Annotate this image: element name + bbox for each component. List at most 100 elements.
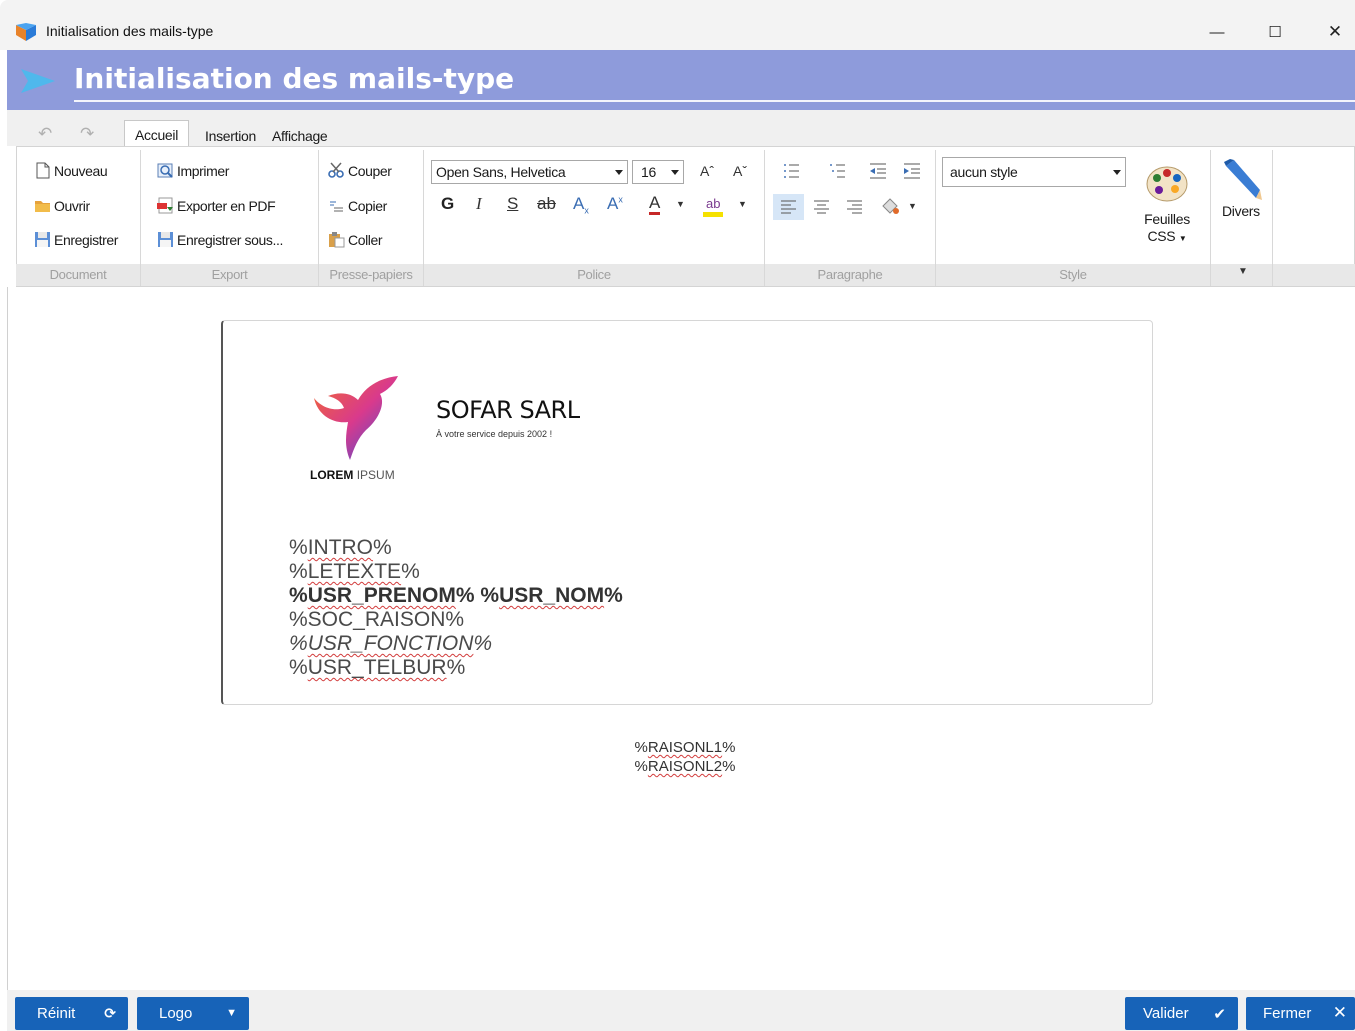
field-usr-fonction[interactable]: %USR_FONCTION% (289, 632, 492, 656)
chevron-down-icon (615, 170, 623, 175)
subscript-icon[interactable]: Ax (573, 194, 589, 215)
refresh-icon: ⟳ (104, 1005, 116, 1021)
print-button[interactable]: Imprimer (157, 162, 229, 179)
field-usr-telbur[interactable]: %USR_TELBUR% (289, 656, 465, 680)
chevron-down-icon[interactable]: ▼ (908, 201, 917, 211)
maximize-button[interactable]: ☐ (1252, 17, 1298, 47)
italic-button[interactable]: I (476, 194, 482, 214)
css-sheets-label: Feuilles (1144, 211, 1190, 227)
tab-affichage[interactable]: Affichage (272, 128, 328, 144)
field-soc-raison[interactable]: %SOC_RAISON% (289, 608, 464, 632)
footer-line-2[interactable]: %RAISONL2% (620, 758, 750, 775)
company-slogan: À votre service depuis 2002 ! (436, 429, 553, 439)
chevron-down-icon[interactable]: ▼ (676, 199, 685, 209)
strikethrough-button[interactable]: ab (537, 194, 556, 214)
tab-insertion[interactable]: Insertion (205, 128, 256, 144)
group-separator (318, 150, 319, 286)
group-label-export: Export (211, 267, 248, 282)
pdf-icon (157, 197, 173, 214)
save-as-icon (158, 232, 173, 247)
reinit-label: Réinit (37, 1005, 76, 1022)
minimize-button[interactable]: — (1194, 17, 1240, 47)
outdent-icon[interactable] (869, 162, 887, 180)
window-titlebar: Initialisation des mails-type — ☐ ✕ (0, 0, 1355, 50)
align-left-button[interactable] (773, 194, 804, 220)
align-center-icon[interactable] (813, 199, 830, 215)
chevron-down-icon[interactable]: ▼ (738, 199, 747, 209)
font-color-icon[interactable]: A (649, 194, 661, 215)
numbered-list-icon[interactable] (829, 162, 847, 180)
footer-line-1[interactable]: %RAISONL1% (620, 739, 750, 756)
group-label-paragraph: Paragraphe (817, 267, 883, 282)
grow-font-icon[interactable]: Aˆ (700, 163, 714, 179)
misc-button[interactable]: Divers (1222, 203, 1260, 219)
group-separator (764, 150, 765, 286)
new-button-label: Nouveau (54, 162, 108, 179)
paste-button[interactable]: Coller (328, 231, 383, 248)
align-right-icon[interactable] (846, 199, 863, 215)
new-document-icon (36, 162, 50, 179)
field-user-name[interactable]: %USR_PRENOM% %USR_NOM% (289, 584, 623, 608)
font-family-select[interactable]: Open Sans, Helvetica (431, 160, 628, 184)
page-header: Initialisation des mails-type (7, 50, 1355, 110)
bullet-list-icon[interactable] (783, 162, 801, 180)
align-left-icon (781, 200, 796, 214)
shrink-font-icon[interactable]: Aˇ (733, 163, 747, 179)
palette-icon (1146, 166, 1188, 202)
pencil-icon (1224, 159, 1262, 200)
redo-icon[interactable]: ↷ (80, 124, 94, 144)
open-button[interactable]: Ouvrir (34, 197, 90, 214)
logo-wordmark: LOREM IPSUM (310, 468, 395, 482)
font-size-select[interactable]: 16 (632, 160, 684, 184)
bold-button[interactable]: G (441, 194, 454, 214)
paint-bucket-icon[interactable] (880, 197, 900, 217)
group-label-style: Style (1059, 267, 1087, 282)
indent-icon[interactable] (903, 162, 921, 180)
cut-button-label: Couper (348, 162, 392, 179)
field-intro[interactable]: %INTRO% (289, 536, 392, 560)
chevron-down-icon: ▼ (226, 1007, 237, 1019)
header-underline (74, 100, 1355, 102)
scissors-icon (328, 162, 344, 178)
print-preview-icon (157, 163, 173, 178)
highlight-color-icon[interactable]: ab (703, 196, 724, 217)
style-select-value: aucun style (950, 164, 1018, 180)
validate-button[interactable]: Valider ✔ (1125, 997, 1238, 1030)
save-as-label: Enregistrer sous... (177, 231, 283, 248)
underline-button[interactable]: S (507, 194, 518, 214)
cut-button[interactable]: Couper (328, 162, 392, 179)
undo-icon[interactable]: ↶ (38, 124, 52, 144)
group-label-document: Document (49, 267, 107, 282)
paste-button-label: Coller (348, 231, 383, 248)
font-size-value: 16 (641, 164, 656, 180)
group-separator (1210, 150, 1211, 286)
chevron-down-icon (671, 170, 679, 175)
save-icon (35, 232, 50, 247)
validate-label: Valider (1143, 1005, 1189, 1022)
copy-button[interactable]: Copier (328, 197, 387, 214)
close-dialog-button[interactable]: Fermer ✕ (1246, 997, 1355, 1030)
field-letexte[interactable]: %LETEXTE% (289, 560, 420, 584)
css-sheets-label-2: CSS ▼ (1147, 228, 1187, 244)
save-button[interactable]: Enregistrer (34, 231, 118, 248)
logo-button[interactable]: Logo ▼ (137, 997, 249, 1030)
page-title: Initialisation des mails-type (74, 62, 515, 95)
export-pdf-button[interactable]: Exporter en PDF (157, 197, 276, 214)
superscript-icon[interactable]: Ax (607, 194, 623, 214)
new-button[interactable]: Nouveau (34, 162, 108, 179)
group-separator (1272, 150, 1273, 286)
css-sheets-button[interactable]: Feuilles CSS ▼ (1136, 211, 1198, 247)
close-dialog-label: Fermer (1263, 1005, 1312, 1022)
close-button[interactable]: ✕ (1312, 17, 1355, 47)
reinit-button[interactable]: Réinit ⟳ (15, 997, 128, 1030)
group-separator (935, 150, 936, 286)
tab-accueil[interactable]: Accueil (124, 120, 190, 147)
company-name: SOFAR SARL (436, 396, 580, 424)
ribbon-expand-icon[interactable]: ▼ (1238, 266, 1248, 277)
save-button-label: Enregistrer (54, 231, 119, 248)
style-select[interactable]: aucun style (942, 157, 1126, 187)
save-as-button[interactable]: Enregistrer sous... (157, 231, 283, 248)
chevron-down-icon (1113, 170, 1121, 175)
font-family-value: Open Sans, Helvetica (436, 164, 566, 180)
logo-label: Logo (159, 1005, 193, 1022)
